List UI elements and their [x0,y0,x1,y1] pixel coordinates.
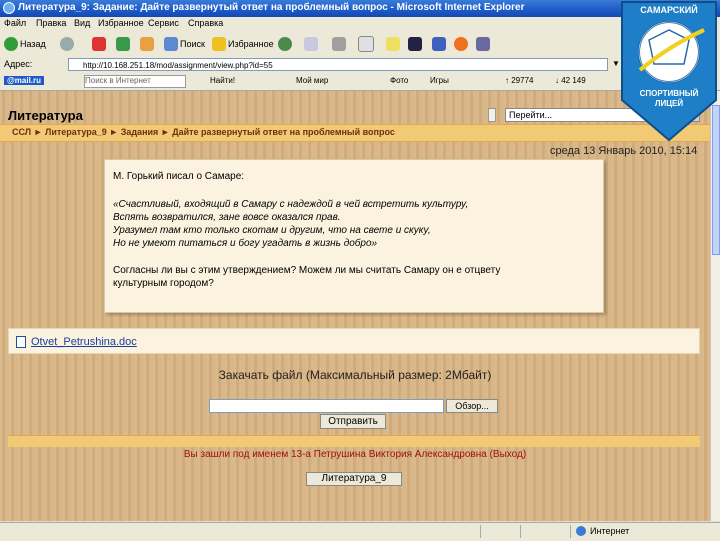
upload-label: Закачать файл (Максимальный размер: 2Мба… [218,368,492,382]
date-label: среда 13 Январь 2010, 15:14 [550,145,698,157]
menu-tools[interactable]: Сервис [148,18,179,28]
assignment-box: М. Горький писал о Самаре: «Счастливый, … [104,159,604,313]
print-button[interactable] [332,35,348,53]
mailru-agent-button[interactable] [454,35,470,53]
forward-button[interactable] [60,35,76,53]
svg-text:САМАРСКИЙ: САМАРСКИЙ [640,4,697,15]
window-title: Литература_9: Задание: Дайте развернутый… [18,2,525,13]
star-icon [212,37,226,51]
assignment-question-line: культурным городом? [113,278,214,289]
mailru-logo[interactable]: @mail.ru [4,76,45,85]
assignment-quote-line: «Счастливый, входящий в Самару с надеждо… [113,199,469,210]
favorites-button[interactable]: Избранное [212,35,274,53]
k-icon [408,37,422,51]
breadcrumb[interactable]: ССЛ ► Литература_9 ► Задания ► Дайте раз… [12,127,395,137]
lyceum-logo: САМАРСКИЙ СПОРТИВНЫЙ ЛИЦЕЙ [621,1,717,142]
status-zone: Интернет [590,526,630,536]
mailru-find-button[interactable]: Найти! [210,76,235,85]
menu-bar: Файл Правка Вид Избранное Сервис Справка [0,17,720,31]
mailru-photo-link[interactable]: Фото [390,76,408,85]
menu-help[interactable]: Справка [188,18,223,28]
address-input[interactable]: http://10.168.251.18/mod/assignment/view… [68,58,608,71]
nav-arrow-icon[interactable] [488,108,496,122]
menu-favorites[interactable]: Избранное [98,18,144,28]
login-info[interactable]: Вы зашли под именем 13-а Петрушина Викто… [0,449,710,460]
assignment-quote-line: Но не умеют питаться и богу угадать в жи… [113,238,378,249]
mailru-toolbar: @mail.ru Поиск в Интернет Найти! Мой мир… [0,73,720,91]
svg-text:СПОРТИВНЫЙ: СПОРТИВНЫЙ [640,89,699,98]
mailru-stat-2: ↓ 42 149 [555,76,586,85]
assignment-intro: М. Горький писал о Самаре: [113,171,245,182]
history-button[interactable] [278,35,294,53]
search-button[interactable]: Поиск [164,35,205,53]
internet-zone-icon [576,526,586,536]
mailru-stat-1: ↑ 29774 [505,76,534,85]
address-label: Адрес: [4,59,33,69]
notes-icon [386,37,400,51]
at-icon [454,37,468,51]
submitted-file-link[interactable]: Otvet_Petrushina.doc [31,336,137,348]
messenger-button[interactable] [408,35,424,53]
edit-button[interactable] [358,35,376,53]
history-icon [278,37,292,51]
menu-file[interactable]: Файл [4,18,26,28]
status-divider [520,525,521,538]
menu-edit[interactable]: Правка [36,18,66,28]
print-icon [332,37,346,51]
course-button[interactable]: Литература_9 [306,472,402,486]
mailru-search-input[interactable]: Поиск в Интернет [84,75,186,88]
research-icon [476,37,490,51]
home-button[interactable] [140,35,156,53]
search-icon [164,37,178,51]
word-doc-icon [16,336,26,348]
menu-view[interactable]: Вид [74,18,90,28]
window-titlebar: Литература_9: Задание: Дайте развернутый… [0,0,720,17]
page-scrollbar[interactable] [710,91,720,521]
back-arrow-icon [4,37,18,51]
status-divider [570,525,571,538]
status-divider [480,525,481,538]
mail-icon [304,37,318,51]
navbar: ССЛ ► Литература_9 ► Задания ► Дайте раз… [0,124,710,142]
assignment-question-line: Согласны ли вы с этим утверждением? Може… [113,265,501,276]
assignment-quote-line: Вспять возвратился, зане вовсе оказался … [113,212,341,223]
address-bar: Адрес: http://10.168.251.18/mod/assignme… [0,57,720,73]
toolbar: Назад Поиск Избранное [0,31,720,58]
send-button[interactable]: Отправить [320,414,386,429]
refresh-button[interactable] [116,35,132,53]
word-icon [432,37,446,51]
back-button[interactable]: Назад [4,35,46,53]
browse-button[interactable]: Обзор... [446,399,498,413]
mail-button[interactable] [304,35,320,53]
word-button[interactable] [432,35,448,53]
home-icon [140,37,154,51]
stop-icon [92,37,106,51]
assignment-quote-line: Уразумел там кто только скотам и другим,… [113,225,431,236]
file-path-input[interactable] [209,399,444,413]
forward-arrow-icon [60,37,74,51]
notes-button[interactable] [386,35,402,53]
status-bar: Интернет [0,522,720,541]
research-button[interactable] [476,35,492,53]
refresh-icon [116,37,130,51]
footer-bar [8,435,700,447]
edit-icon [358,36,374,52]
submitted-file-block: Otvet_Petrushina.doc [8,328,700,354]
svg-text:ЛИЦЕЙ: ЛИЦЕЙ [655,99,684,108]
ie-icon [3,2,15,14]
mailru-games-link[interactable]: Игры [430,76,449,85]
mailru-mymail-link[interactable]: Мой мир [296,76,328,85]
stop-button[interactable] [92,35,108,53]
jump-select-value: Перейти... [509,110,553,120]
page-title: Литература [8,108,83,123]
